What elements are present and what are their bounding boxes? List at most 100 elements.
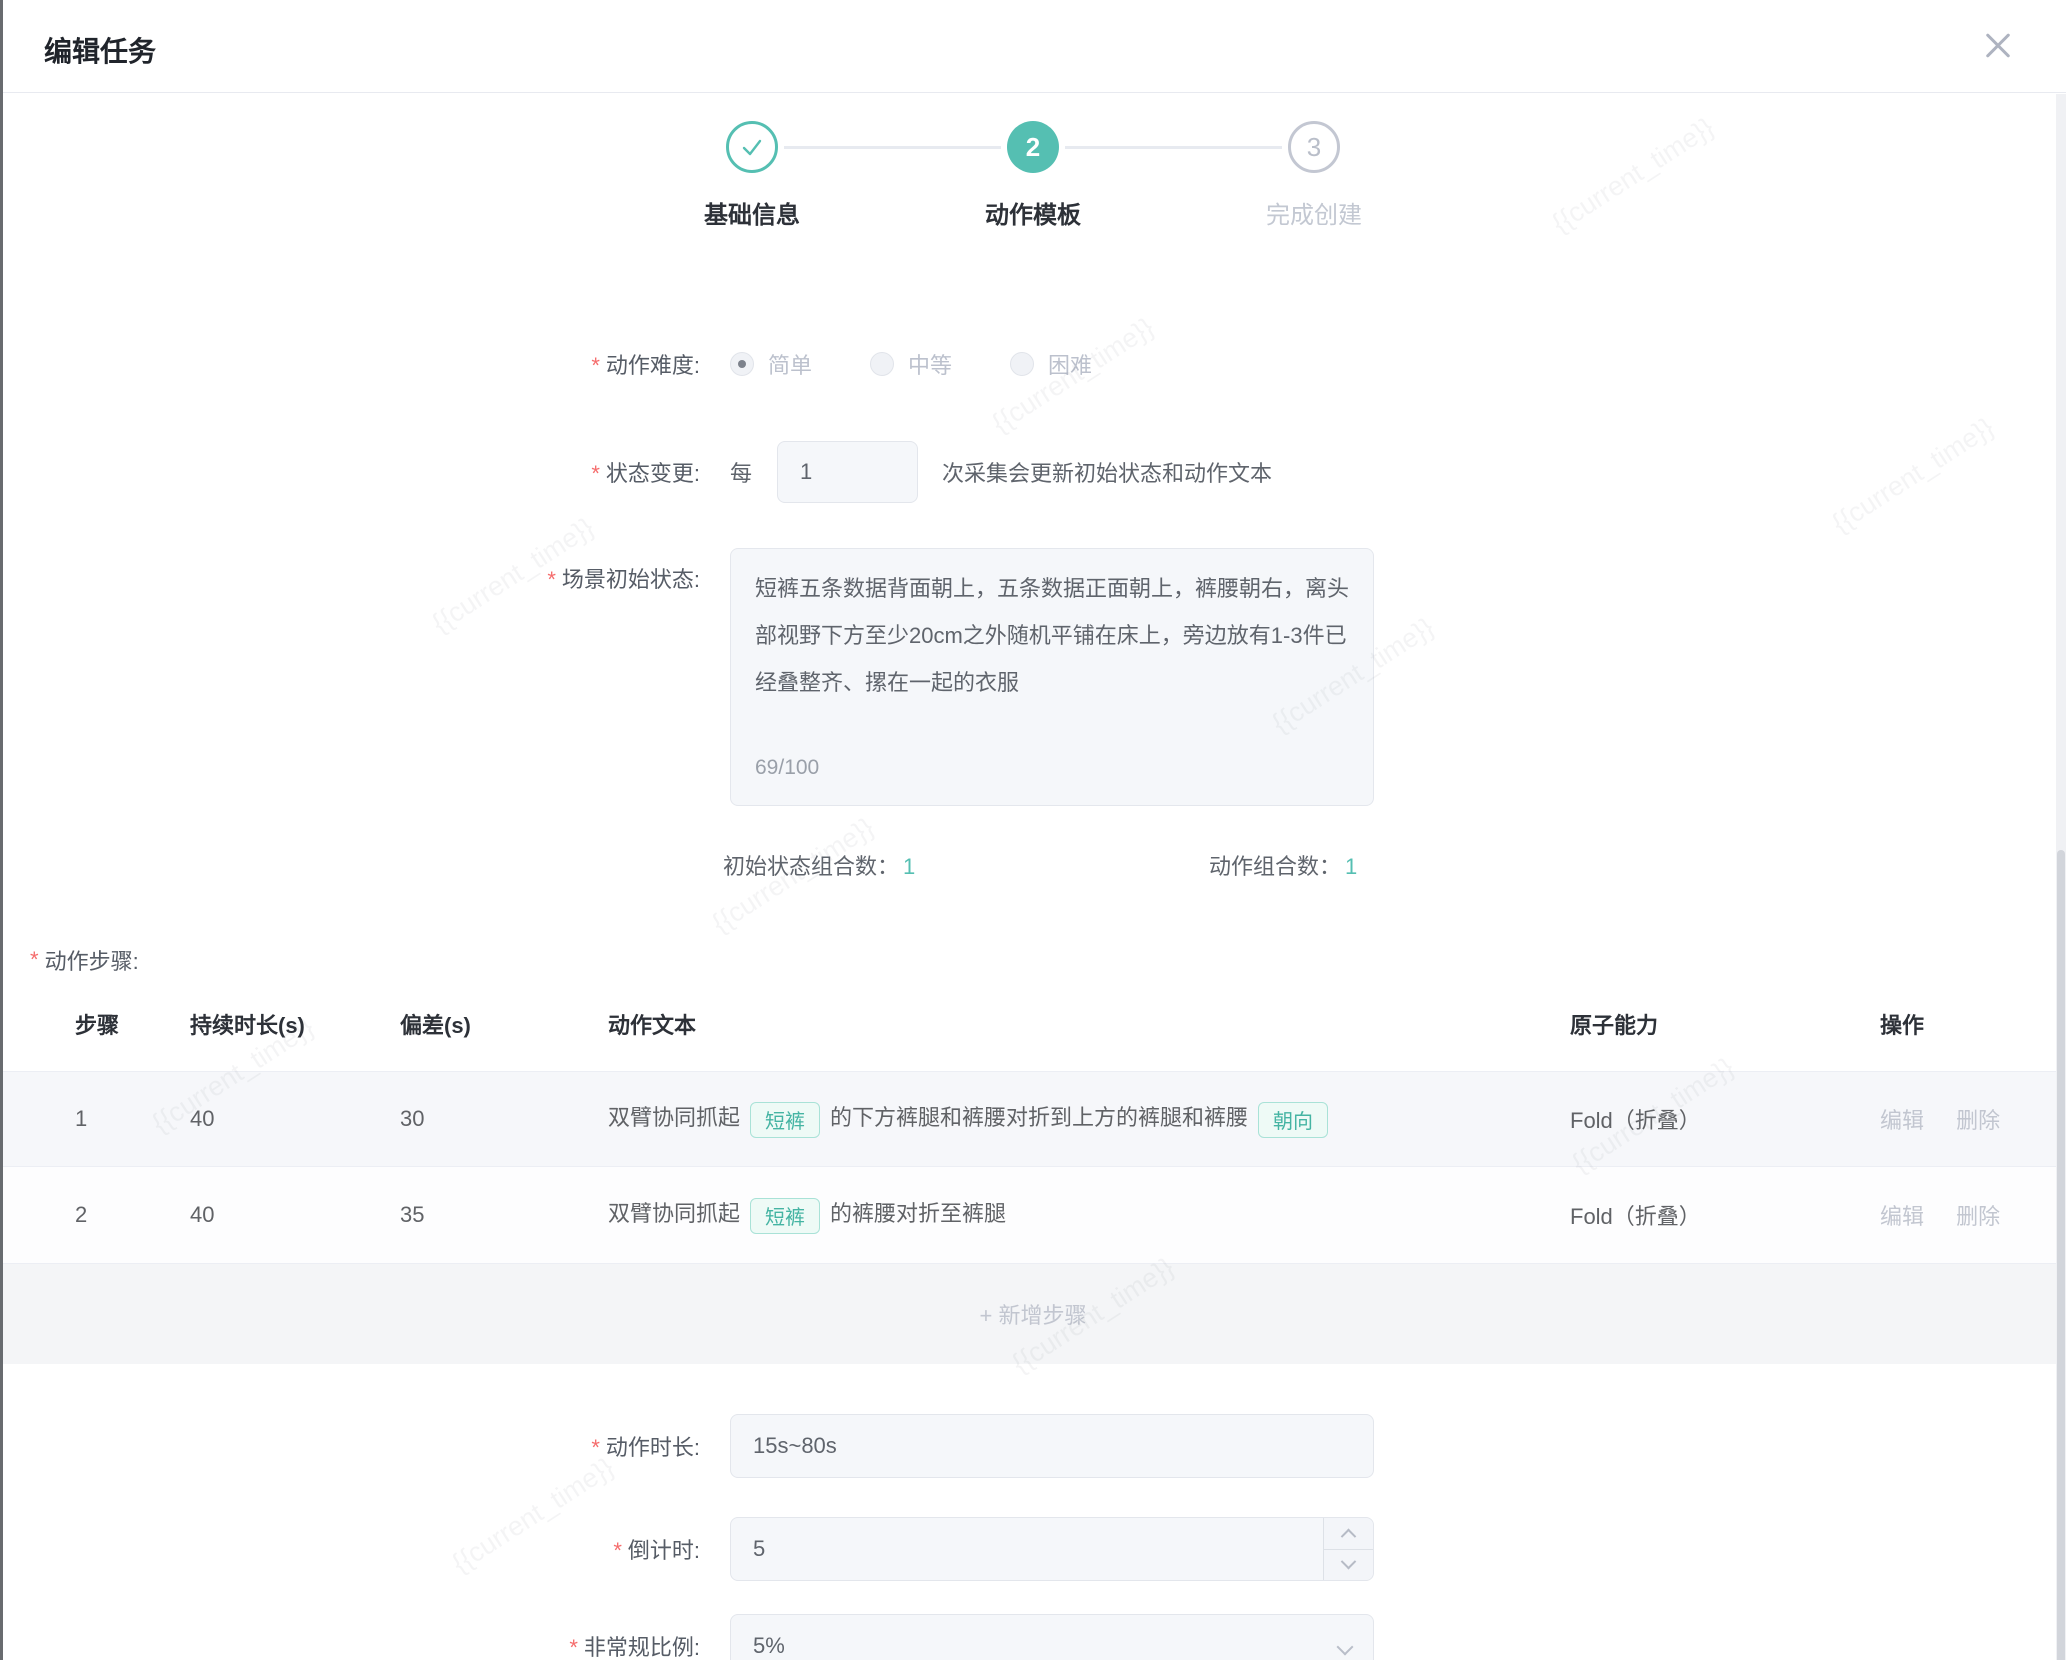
chevron-up-icon	[1341, 1528, 1357, 1544]
action-steps-label-row: * 动作步骤:	[0, 944, 2066, 976]
object-tag: 短裤	[750, 1198, 820, 1234]
chevron-down-icon	[1337, 1639, 1354, 1656]
countdown-row: *倒计时: 5	[0, 1517, 2066, 1581]
table-row: 2 40 35 双臂协同抓起短裤的裤腰对折至裤腿 Fold（折叠） 编辑 删除	[0, 1167, 2066, 1264]
table-row: 1 40 30 双臂协同抓起短裤的下方裤腿和裤腰对折到上方的裤腿和裤腰朝向 Fo…	[0, 1072, 2066, 1167]
state-change-input[interactable]: 1	[777, 441, 918, 503]
countdown-label: *倒计时:	[0, 1533, 700, 1565]
required-asterisk: *	[591, 1435, 600, 1460]
unusual-ratio-control: 5%	[730, 1614, 1374, 1660]
action-steps-table: 步骤 持续时长(s) 偏差(s) 动作文本 原子能力 操作 1 40 30 双臂…	[0, 976, 2066, 1364]
background-page-edge	[0, 0, 3, 1660]
required-asterisk: *	[547, 567, 556, 592]
scene-state-row: *场景初始状态: 短裤五条数据背面朝上，五条数据正面朝上，裤腰朝右，离头部视野下…	[0, 548, 2066, 806]
radio-hard[interactable]: 困难	[1010, 348, 1092, 380]
radio-label: 简单	[768, 348, 812, 380]
difficulty-radio-group: 简单 中等 困难	[730, 348, 1150, 380]
cell-duration: 40	[190, 1202, 400, 1228]
cell-action-text: 双臂协同抓起短裤的下方裤腿和裤腰对折到上方的裤腿和裤腰朝向	[608, 1100, 1570, 1137]
cell-deviation: 30	[400, 1106, 608, 1132]
required-asterisk: *	[30, 947, 39, 973]
scrollbar-thumb[interactable]	[2057, 850, 2065, 1660]
cell-atomic-ability: Fold（折叠）	[1570, 1103, 1880, 1135]
cell-deviation: 35	[400, 1202, 608, 1228]
countdown-input[interactable]: 5	[730, 1517, 1374, 1581]
header-operations: 操作	[1880, 1008, 2066, 1040]
scene-state-textarea[interactable]: 短裤五条数据背面朝上，五条数据正面朝上，裤腰朝右，离头部视野下方至少20cm之外…	[730, 548, 1374, 806]
action-combo-value: 1	[1345, 854, 1357, 879]
edit-link[interactable]: 编辑	[1880, 1204, 1924, 1229]
header-step: 步骤	[75, 1008, 190, 1040]
step-number: 2	[1007, 121, 1059, 173]
cell-atomic-ability: Fold（折叠）	[1570, 1199, 1880, 1231]
header-action-text: 动作文本	[608, 1008, 1570, 1040]
action-duration-input[interactable]: 15s~80s	[730, 1414, 1374, 1478]
state-change-control: 每 1 次采集会更新初始状态和动作文本	[730, 441, 1272, 503]
object-tag: 短裤	[750, 1102, 820, 1138]
countdown-value: 5	[753, 1536, 765, 1562]
countdown-control: 5	[730, 1517, 1374, 1581]
cell-operations: 编辑 删除	[1880, 1199, 2066, 1231]
wizard-stepper: 基础信息 2 动作模板 3 完成创建	[0, 93, 2066, 230]
radio-easy[interactable]: 简单	[730, 348, 812, 380]
scene-state-text: 短裤五条数据背面朝上，五条数据正面朝上，裤腰朝右，离头部视野下方至少20cm之外…	[755, 576, 1349, 695]
required-asterisk: *	[613, 1538, 622, 1563]
action-duration-control: 15s~80s	[730, 1414, 1374, 1478]
action-duration-value: 15s~80s	[753, 1433, 837, 1459]
add-step-button[interactable]: + 新增步骤	[980, 1298, 1087, 1330]
scrollbar[interactable]	[2056, 94, 2066, 1660]
increase-button[interactable]	[1324, 1518, 1373, 1550]
required-asterisk: *	[591, 353, 600, 378]
step-label: 完成创建	[1174, 195, 1455, 230]
add-step-band: + 新增步骤	[0, 1264, 2066, 1364]
delete-link[interactable]: 删除	[1956, 1108, 2000, 1133]
step-action-template: 2 动作模板	[893, 121, 1174, 230]
required-asterisk: *	[591, 461, 600, 486]
step-label: 基础信息	[612, 195, 893, 230]
header-atomic-ability: 原子能力	[1570, 1008, 1880, 1040]
difficulty-row: *动作难度: 简单 中等 困难	[0, 342, 2066, 386]
delete-link[interactable]: 删除	[1956, 1204, 2000, 1229]
close-button[interactable]	[1980, 28, 2016, 64]
unusual-ratio-value: 5%	[753, 1633, 785, 1659]
radio-label: 中等	[908, 348, 952, 380]
radio-medium[interactable]: 中等	[870, 348, 952, 380]
state-change-suffix: 次采集会更新初始状态和动作文本	[942, 456, 1272, 488]
radio-icon	[1010, 352, 1034, 376]
required-asterisk: *	[569, 1635, 578, 1660]
step-basic-info: 基础信息	[612, 121, 893, 230]
cell-step: 1	[75, 1106, 190, 1132]
initial-state-combo-count: 初始状态组合数：1	[723, 849, 915, 881]
combo-counts-row: 初始状态组合数：1 动作组合数：1	[0, 845, 2066, 885]
radio-icon	[870, 352, 894, 376]
step-number: 3	[1288, 121, 1340, 173]
dialog-title: 编辑任务	[44, 30, 156, 70]
radio-icon	[730, 352, 754, 376]
initial-combo-value: 1	[903, 854, 915, 879]
chevron-down-icon	[1341, 1554, 1357, 1570]
unusual-ratio-row: *非常规比例: 5%	[0, 1614, 2066, 1660]
step-label: 动作模板	[893, 195, 1174, 230]
char-counter: 69/100	[755, 744, 819, 791]
unusual-ratio-label: *非常规比例:	[0, 1630, 700, 1660]
decrease-button[interactable]	[1324, 1550, 1373, 1581]
cell-action-text: 双臂协同抓起短裤的裤腰对折至裤腿	[608, 1196, 1570, 1233]
scene-state-label: *场景初始状态:	[0, 548, 700, 594]
step-done-check-icon	[726, 121, 778, 173]
scene-state-control: 短裤五条数据背面朝上，五条数据正面朝上，裤腰朝右，离头部视野下方至少20cm之外…	[730, 548, 1374, 806]
state-change-prefix: 每	[730, 456, 752, 488]
orientation-tag: 朝向	[1258, 1102, 1328, 1138]
difficulty-label: *动作难度:	[0, 348, 700, 380]
action-duration-row: *动作时长: 15s~80s	[0, 1414, 2066, 1478]
dialog-header: 编辑任务	[0, 0, 2066, 93]
header-duration: 持续时长(s)	[190, 1008, 400, 1040]
edit-task-dialog: {{current_time}} {{current_time}} {{curr…	[0, 0, 2066, 1660]
table-header-row: 步骤 持续时长(s) 偏差(s) 动作文本 原子能力 操作	[0, 976, 2066, 1072]
step-complete-creation: 3 完成创建	[1174, 121, 1455, 230]
edit-link[interactable]: 编辑	[1880, 1108, 1924, 1133]
header-deviation: 偏差(s)	[400, 1008, 608, 1040]
step-connector	[1065, 146, 1282, 149]
action-duration-label: *动作时长:	[0, 1430, 700, 1462]
radio-label: 困难	[1048, 348, 1092, 380]
unusual-ratio-select[interactable]: 5%	[730, 1614, 1374, 1660]
